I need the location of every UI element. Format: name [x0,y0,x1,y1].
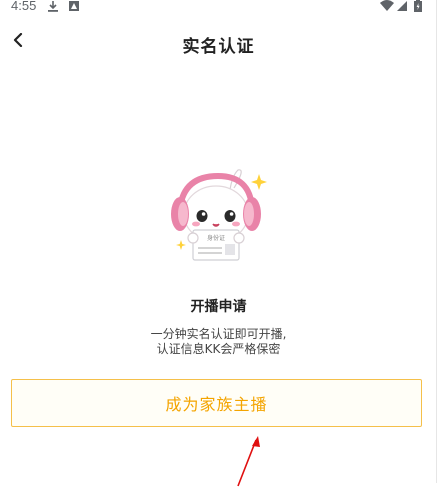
red-arrow-icon [237,436,260,487]
status-time: 4:55 [11,0,37,13]
download-icon [48,1,58,12]
status-bar: 4:55 [0,0,437,16]
nav-bar: 实名认证 [0,16,437,72]
wifi-icon [380,0,394,11]
notification-icon [69,1,79,11]
description-line-1: 一分钟实名认证即可开播, [150,327,287,341]
page-title: 实名认证 [182,37,255,57]
signal-icon [397,1,407,11]
become-family-streamer-button[interactable]: 成为家族主播 [11,379,422,427]
section-title: 开播申请 [190,299,247,315]
mascot-headphones-icon: 身份证 [171,169,267,261]
description-line-2: 认证信息KK会严格保密 [156,342,281,356]
battery-icon [414,0,422,12]
id-card-label: 身份证 [207,234,225,242]
